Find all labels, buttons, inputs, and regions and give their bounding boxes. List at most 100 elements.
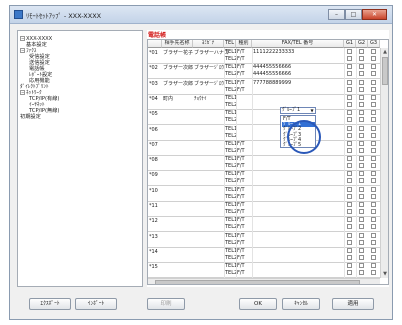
- group-3-checkbox[interactable]: [371, 110, 376, 116]
- group-3-checkbox[interactable]: [371, 239, 376, 245]
- group-1-checkbox[interactable]: [347, 186, 352, 192]
- table-row[interactable]: *01 ブラザー花子 ブラザーハナコ TEL1 TEL2 F/T F/T 1111222233…: [148, 48, 380, 64]
- group-2-checkbox[interactable]: [359, 49, 364, 54]
- maximize-button[interactable]: □: [345, 9, 362, 20]
- group-1-checkbox[interactable]: [347, 270, 352, 276]
- table-row[interactable]: *02 ブラザー次郎 ブラザーｼﾞﾛｳ TEL1 TEL2 F/T F/T 444455556…: [148, 63, 380, 80]
- group-1-checkbox[interactable]: [347, 79, 352, 85]
- group-2-checkbox[interactable]: [359, 247, 364, 253]
- horizontal-scrollbar[interactable]: [148, 278, 380, 284]
- ok-button[interactable]: OK: [239, 298, 277, 310]
- group-2-checkbox[interactable]: [359, 217, 364, 223]
- group-3-checkbox[interactable]: [371, 140, 376, 146]
- group-3-checkbox[interactable]: [371, 56, 376, 61]
- group-3-checkbox[interactable]: [371, 64, 376, 70]
- group-2-checkbox[interactable]: [359, 94, 364, 100]
- minimize-button[interactable]: –: [328, 9, 345, 20]
- table-row[interactable]: *15 TEL1 TEL2 F/T F/T: [148, 262, 380, 279]
- table-row[interactable]: *07 TEL1 TEL2 F/T F/T: [148, 139, 380, 156]
- group-1-checkbox[interactable]: [347, 171, 352, 177]
- table-row[interactable]: *05 TEL1 TEL2: [148, 109, 380, 126]
- group-1-checkbox[interactable]: [347, 163, 352, 169]
- group-2-checkbox[interactable]: [359, 202, 364, 207]
- header-g2[interactable]: G2: [356, 40, 368, 48]
- group-1-checkbox[interactable]: [347, 117, 352, 123]
- group-2-checkbox[interactable]: [359, 125, 364, 131]
- table-row[interactable]: *14 TEL1 TEL2 F/T F/T: [148, 246, 380, 263]
- table-row[interactable]: *04 町内 ﾁｮｳﾅｲ TEL1 TEL2: [148, 93, 380, 110]
- group-2-checkbox[interactable]: [359, 86, 364, 92]
- group-1-checkbox[interactable]: [347, 263, 352, 269]
- group-2-checkbox[interactable]: [359, 56, 364, 61]
- table-row[interactable]: *08 TEL1 TEL2 F/T F/T: [148, 155, 380, 172]
- group-2-checkbox[interactable]: [359, 270, 364, 276]
- group-2-checkbox[interactable]: [359, 224, 364, 230]
- group-1-checkbox[interactable]: [347, 209, 352, 214]
- group-2-checkbox[interactable]: [359, 132, 364, 138]
- scroll-down-arrow-icon[interactable]: ▼: [381, 270, 388, 278]
- group-1-checkbox[interactable]: [347, 64, 352, 70]
- header-kana[interactable]: ﾖﾐｶﾞﾅ: [193, 40, 224, 48]
- group-2-checkbox[interactable]: [359, 156, 364, 162]
- group-2-checkbox[interactable]: [359, 209, 364, 214]
- group-1-checkbox[interactable]: [347, 247, 352, 253]
- table-row[interactable]: *06 TEL1 TEL2: [148, 124, 380, 141]
- header-g3[interactable]: G3: [368, 40, 380, 48]
- collapse-toggle-icon[interactable]: −: [20, 48, 25, 53]
- table-row[interactable]: *09 TEL1 TEL2 F/T F/T: [148, 170, 380, 187]
- table-row[interactable]: *13 TEL1 TEL2 F/T F/T: [148, 231, 380, 248]
- group-2-checkbox[interactable]: [359, 239, 364, 245]
- group-3-checkbox[interactable]: [371, 202, 376, 207]
- group-2-checkbox[interactable]: [359, 110, 364, 116]
- horizontal-scroll-thumb[interactable]: [155, 280, 360, 284]
- group-1-checkbox[interactable]: [347, 101, 352, 107]
- group-3-checkbox[interactable]: [371, 86, 376, 92]
- group-1-checkbox[interactable]: [347, 239, 352, 245]
- print-button[interactable]: 印刷: [147, 298, 185, 310]
- group-1-checkbox[interactable]: [347, 147, 352, 153]
- vertical-scrollbar[interactable]: ▲ ▼: [380, 48, 388, 278]
- group-2-checkbox[interactable]: [359, 186, 364, 192]
- header-tel[interactable]: TEL: [224, 40, 236, 48]
- group-1-checkbox[interactable]: [347, 178, 352, 184]
- group-2-checkbox[interactable]: [359, 193, 364, 199]
- group-1-checkbox[interactable]: [347, 49, 352, 54]
- title-bar[interactable]: ﾘﾓｰﾄｾｯﾄｱｯﾌﾟ - XXX-XXXX – □ ✕: [10, 6, 392, 24]
- group-3-checkbox[interactable]: [371, 178, 376, 184]
- group-2-checkbox[interactable]: [359, 254, 364, 260]
- group-1-checkbox[interactable]: [347, 232, 352, 238]
- group-1-checkbox[interactable]: [347, 71, 352, 77]
- group-1-checkbox[interactable]: [347, 202, 352, 207]
- tree-item[interactable]: 初期設定: [20, 114, 41, 120]
- group-1-checkbox[interactable]: [347, 193, 352, 199]
- group-3-checkbox[interactable]: [371, 117, 376, 123]
- group-3-checkbox[interactable]: [371, 186, 376, 192]
- scroll-up-arrow-icon[interactable]: ▲: [381, 48, 388, 56]
- group-1-checkbox[interactable]: [347, 156, 352, 162]
- group-2-checkbox[interactable]: [359, 147, 364, 153]
- header-g1[interactable]: G1: [344, 40, 356, 48]
- group-1-checkbox[interactable]: [347, 110, 352, 116]
- cancel-button[interactable]: ｷｬﾝｾﾙ: [282, 298, 320, 310]
- group-3-checkbox[interactable]: [371, 94, 376, 100]
- group-2-checkbox[interactable]: [359, 178, 364, 184]
- group-2-checkbox[interactable]: [359, 140, 364, 146]
- group-2-checkbox[interactable]: [359, 163, 364, 169]
- header-type[interactable]: 種別: [236, 40, 252, 48]
- group-3-checkbox[interactable]: [371, 49, 376, 54]
- group-3-checkbox[interactable]: [371, 79, 376, 85]
- table-row[interactable]: *03 ブラザー次郎 ブラザーｼﾞﾛｳ TEL1 TEL2 F/T F/T 777788889…: [148, 78, 380, 95]
- table-row[interactable]: *12 TEL1 TEL2 F/T F/T: [148, 216, 380, 233]
- group-1-checkbox[interactable]: [347, 217, 352, 223]
- group-3-checkbox[interactable]: [371, 132, 376, 138]
- group-1-checkbox[interactable]: [347, 132, 352, 138]
- group-1-checkbox[interactable]: [347, 86, 352, 92]
- group-3-checkbox[interactable]: [371, 217, 376, 223]
- group-3-checkbox[interactable]: [371, 147, 376, 153]
- group-3-checkbox[interactable]: [371, 263, 376, 269]
- group-3-checkbox[interactable]: [371, 156, 376, 162]
- group-2-checkbox[interactable]: [359, 64, 364, 70]
- group-1-checkbox[interactable]: [347, 140, 352, 146]
- group-type-select[interactable]: ｸﾞﾙｰﾌﾟ1 ▼: [280, 107, 316, 114]
- group-3-checkbox[interactable]: [371, 163, 376, 169]
